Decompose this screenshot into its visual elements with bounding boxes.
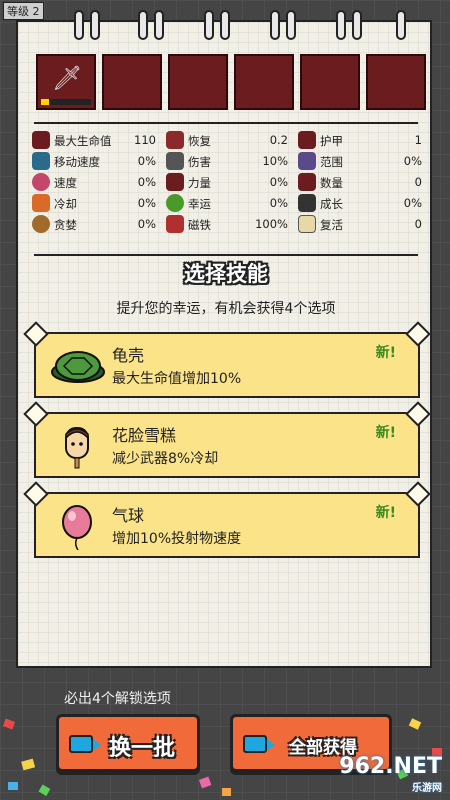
- range-icon: [298, 152, 316, 170]
- card-corner: [23, 401, 49, 427]
- reroll-button[interactable]: 换一批: [56, 714, 200, 772]
- card-corner: [405, 321, 431, 347]
- new-badge: 新!: [375, 345, 396, 361]
- skill-description: 增加10%投射物速度: [112, 531, 242, 547]
- skill-description: 减少武器8%冷却: [112, 451, 219, 467]
- skill-name: 龟壳: [112, 346, 145, 365]
- stat-damage: 伤害 10%: [166, 151, 288, 171]
- boots-icon: [32, 152, 50, 170]
- weapon-slot[interactable]: 🗡: [36, 54, 96, 110]
- heart-icon: [32, 131, 50, 149]
- skill-name: 气球: [112, 506, 145, 525]
- weapon-level-bar: [41, 99, 91, 105]
- count-icon: [298, 173, 316, 191]
- new-badge: 新!: [375, 425, 396, 441]
- weapon-slot[interactable]: [234, 54, 294, 110]
- card-corner: [405, 481, 431, 507]
- sword-icon: 🗡: [52, 64, 83, 92]
- stat-luck: 幸运 0%: [166, 193, 288, 213]
- stat-revive: 复活 0: [298, 214, 422, 234]
- speed-icon: [32, 173, 50, 191]
- guarantee-note: 必出4个解锁选项: [64, 691, 171, 707]
- skill-description: 最大生命值增加10%: [112, 371, 242, 387]
- stat-growth: 成长 0%: [298, 193, 422, 213]
- card-corner: [23, 321, 49, 347]
- turtle-shell-icon: [50, 344, 106, 390]
- stat-power: 力量 0%: [166, 172, 288, 192]
- binder-ring: [204, 10, 214, 40]
- weapon-slots: 🗡: [36, 54, 426, 110]
- greed-icon: [32, 215, 50, 233]
- skill-name: 花脸雪糕: [112, 426, 177, 445]
- card-corner: [405, 401, 431, 427]
- stats-table: 最大生命值 110 恢复 0.2 护甲 1 移动速度 0% 伤害 10% 范围 0% 速度 0…: [32, 130, 422, 252]
- new-badge: 新!: [375, 505, 396, 521]
- video-camera-icon: [69, 735, 101, 753]
- binder-ring: [220, 10, 230, 40]
- revive-icon: [298, 215, 316, 233]
- potion-icon: [166, 131, 184, 149]
- binder-ring: [74, 10, 84, 40]
- growth-icon: [298, 194, 316, 212]
- binder-ring: [138, 10, 148, 40]
- skill-notebook-panel: 🗡 最大生命值 110 恢复 0.2 护甲 1 移动速度 0% 伤害 10% 范围 0% 速…: [16, 10, 432, 668]
- clover-icon: [166, 194, 184, 212]
- site-watermark: 962.NET 乐游网: [339, 754, 442, 794]
- level-indicator: 等级 2: [3, 2, 44, 20]
- binder-ring: [270, 10, 280, 40]
- popsicle-icon: [50, 424, 106, 470]
- skill-card-turtle-shell[interactable]: 龟壳 最大生命值增加10% 新!: [23, 321, 431, 398]
- cooldown-icon: [32, 194, 50, 212]
- binder-ring: [286, 10, 296, 40]
- stat-max-hp: 最大生命值 110: [32, 130, 156, 150]
- page-title: 选择技能: [184, 262, 268, 286]
- skill-card-popsicle[interactable]: 花脸雪糕 减少武器8%冷却 新!: [23, 401, 431, 478]
- armor-icon: [298, 131, 316, 149]
- binder-ring: [396, 10, 406, 40]
- magnet-icon: [166, 215, 184, 233]
- dumbbell-icon: [166, 152, 184, 170]
- weapon-slot[interactable]: [300, 54, 360, 110]
- stat-greed: 贪婪 0%: [32, 214, 156, 234]
- binder-ring: [336, 10, 346, 40]
- weapon-slot[interactable]: [366, 54, 426, 110]
- reroll-label: 换一批: [109, 736, 176, 761]
- stat-armor: 护甲 1: [298, 130, 422, 150]
- card-corner: [23, 481, 49, 507]
- skill-card-balloon[interactable]: 气球 增加10%投射物速度 新!: [23, 481, 431, 558]
- subtitle: 提升您的幸运，有机会获得4个选项: [116, 301, 336, 317]
- binder-ring: [90, 10, 100, 40]
- stat-range: 范围 0%: [298, 151, 422, 171]
- divider: [34, 254, 418, 256]
- stat-regen: 恢复 0.2: [166, 130, 288, 150]
- balloon-icon: [50, 504, 106, 551]
- binder-ring: [154, 10, 164, 40]
- binder-ring: [352, 10, 362, 40]
- stat-magnet: 磁铁 100%: [166, 214, 288, 234]
- power-icon: [166, 173, 184, 191]
- stat-move-speed: 移动速度 0%: [32, 151, 156, 171]
- stat-speed: 速度 0%: [32, 172, 156, 192]
- weapon-slot[interactable]: [168, 54, 228, 110]
- weapon-slot[interactable]: [102, 54, 162, 110]
- stat-count: 数量 0: [298, 172, 422, 192]
- stat-cooldown: 冷却 0%: [32, 193, 156, 213]
- divider: [34, 122, 418, 124]
- video-camera-icon: [243, 735, 275, 753]
